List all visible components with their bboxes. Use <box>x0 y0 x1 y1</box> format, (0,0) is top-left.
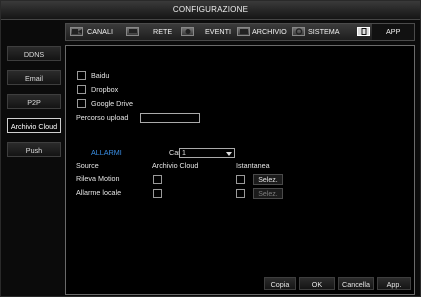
local-alarm-cloud-checkbox[interactable] <box>153 189 162 198</box>
google-drive-checkbox[interactable] <box>77 99 86 108</box>
top-nav: CANALI RETE EVENTI ARCHIVIO SISTEMA APP <box>65 23 415 41</box>
tab-sistema[interactable]: SISTEMA <box>308 24 340 40</box>
istantanea-header: Istantanea <box>236 161 270 170</box>
tab-app[interactable]: APP <box>372 24 415 40</box>
tab-archivio[interactable]: ARCHIVIO <box>252 24 287 40</box>
phone-icon <box>357 27 370 36</box>
config-window: CONFIGURAZIONE CANALI RETE EVENTI ARCHIV… <box>0 0 421 297</box>
alarms-title: ALLARMI <box>91 148 122 157</box>
baidu-checkbox[interactable] <box>77 71 86 80</box>
upload-path-input[interactable] <box>140 113 200 123</box>
google-drive-label: Google Drive <box>91 99 133 108</box>
motion-select-button[interactable]: Selez. <box>253 174 283 185</box>
sidebar-item-email[interactable]: Email <box>7 70 61 85</box>
sidebar-item-p2p[interactable]: P2P <box>7 94 61 109</box>
motion-snapshot-checkbox[interactable] <box>236 175 245 184</box>
apply-button[interactable]: App. <box>377 277 411 290</box>
disk-icon <box>237 27 250 36</box>
bell-icon <box>181 27 194 36</box>
local-alarm-label: Allarme locale <box>76 188 122 197</box>
channels-select[interactable]: 1 <box>179 148 235 158</box>
copy-button[interactable]: Copia <box>264 277 296 290</box>
tab-rete[interactable]: RETE <box>153 24 172 40</box>
tab-canali[interactable]: CANALI <box>87 24 113 40</box>
network-icon <box>126 27 139 36</box>
chevron-down-icon <box>226 152 232 156</box>
local-alarm-select-button[interactable]: Selez. <box>253 188 283 199</box>
sidebar-item-ddns[interactable]: DDNS <box>7 46 61 61</box>
tab-eventi[interactable]: EVENTI <box>205 24 231 40</box>
local-alarm-snapshot-checkbox[interactable] <box>236 189 245 198</box>
dropbox-checkbox[interactable] <box>77 85 86 94</box>
baidu-label: Baidu <box>91 71 110 80</box>
upload-path-label: Percorso upload <box>76 113 129 122</box>
window-title: CONFIGURAZIONE <box>1 1 420 20</box>
source-header: Source <box>76 161 99 170</box>
cancel-button[interactable]: Cancella <box>338 277 374 290</box>
archivio-cloud-header: Archivio Cloud <box>152 161 199 170</box>
content-panel: Baidu Dropbox Google Drive Percorso uplo… <box>65 45 415 295</box>
sidebar-item-archivio-cloud[interactable]: Archivio Cloud <box>7 118 61 133</box>
camera-icon <box>70 27 83 36</box>
motion-cloud-checkbox[interactable] <box>153 175 162 184</box>
channels-value: 1 <box>182 150 186 157</box>
ok-button[interactable]: OK <box>299 277 335 290</box>
sidebar-item-push[interactable]: Push <box>7 142 61 157</box>
gear-icon <box>292 27 305 36</box>
motion-label: Rileva Motion <box>76 174 120 183</box>
dropbox-label: Dropbox <box>91 85 119 94</box>
